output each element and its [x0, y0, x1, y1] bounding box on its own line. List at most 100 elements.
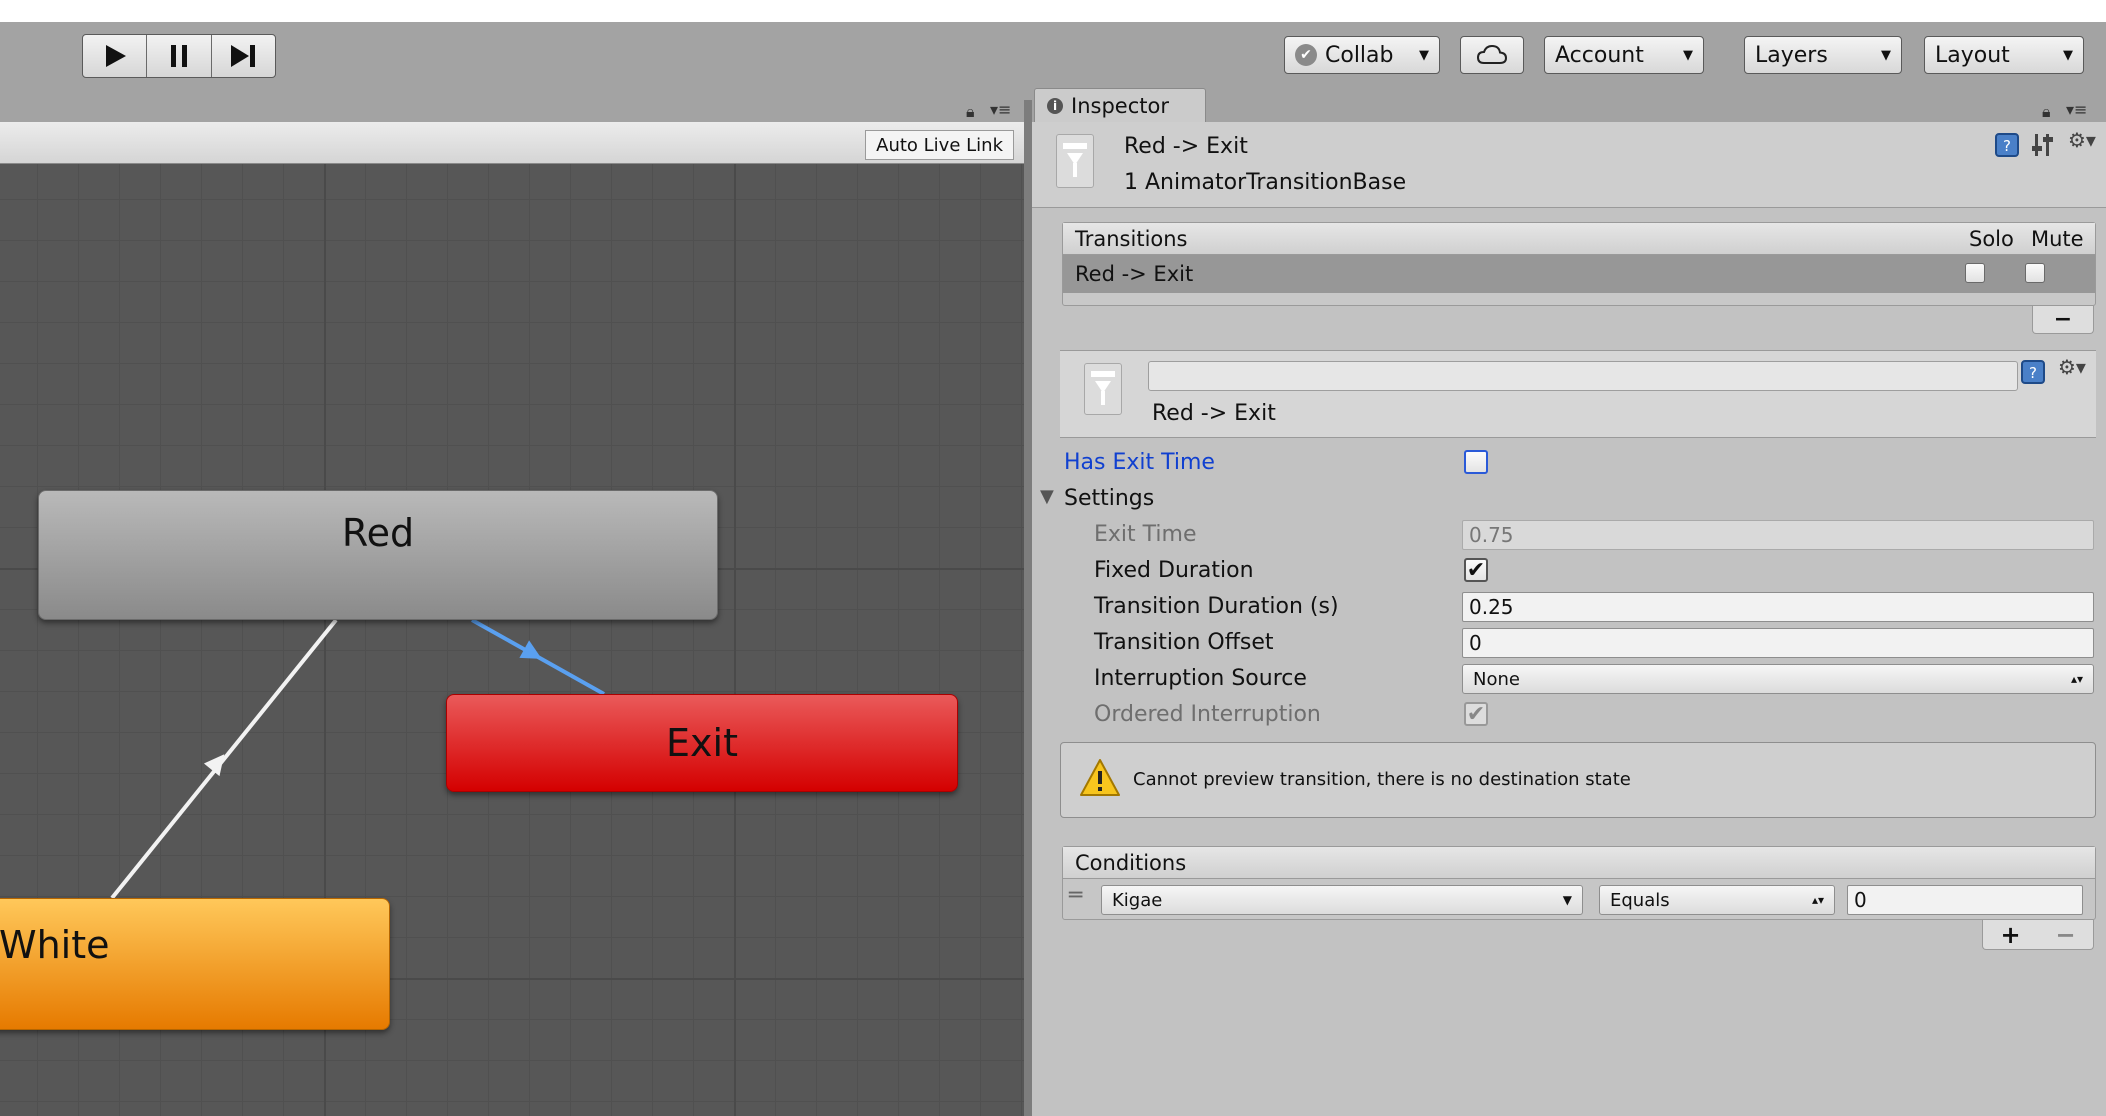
interruption-source-dropdown[interactable]: None ▴▾ [1462, 664, 2094, 694]
auto-live-link-button[interactable]: Auto Live Link [865, 130, 1014, 160]
mute-header: Mute [2031, 226, 2084, 251]
transition-arrow-icon [519, 640, 542, 659]
ordered-interruption-checkbox[interactable]: ✔ [1464, 702, 1488, 727]
lock-icon[interactable]: 🔒︎ [966, 102, 975, 122]
tab-inspector-label: Inspector [1071, 93, 1169, 118]
transition-row[interactable]: Red -> Exit [1063, 255, 2095, 293]
help-book-icon[interactable]: ? [1994, 132, 2020, 163]
solo-checkbox[interactable] [1965, 263, 1985, 283]
condition-parameter-value: Kigae [1112, 889, 1163, 911]
conditions-footer: + − [1982, 920, 2094, 950]
svg-text:?: ? [2029, 364, 2037, 382]
svg-text:?: ? [2003, 137, 2011, 155]
transition-name-input[interactable] [1148, 361, 2018, 391]
transition-subheader: ? ⚙▾ Red -> Exit [1060, 350, 2096, 438]
inspector-title: Red -> Exit [1124, 134, 1248, 159]
conditions-header: Conditions [1063, 847, 2095, 879]
window-top-strip [0, 0, 2106, 22]
exit-time-input[interactable]: 0.75 [1462, 520, 2094, 550]
fixed-duration-checkbox[interactable]: ✔ [1464, 558, 1488, 583]
transitions-list: Transitions Solo Mute Red -> Exit [1062, 222, 2096, 306]
step-icon [231, 45, 256, 67]
transitions-header-label: Transitions [1075, 226, 1188, 251]
chevron-down-icon: ▼ [2063, 47, 2073, 63]
animator-toolbar: Auto Live Link [0, 122, 1024, 164]
remove-transition-button[interactable]: − [2032, 306, 2094, 334]
transition-name-label: Red -> Exit [1152, 401, 1276, 426]
gear-icon[interactable]: ⚙▾ [2068, 128, 2096, 152]
layers-dropdown[interactable]: Layers ▼ [1744, 36, 1902, 74]
state-exit[interactable]: Exit [446, 694, 958, 792]
inspector-panel: Red -> Exit 1 AnimatorTransitionBase ? ⚙… [1032, 122, 2106, 1116]
chevron-down-icon: ▼ [1881, 47, 1891, 63]
add-condition-button[interactable]: + [2000, 921, 2020, 949]
updown-arrow-icon: ▴▾ [1811, 893, 1824, 907]
step-button[interactable] [212, 35, 275, 77]
tab-inspector[interactable]: i Inspector [1034, 88, 1206, 122]
play-button[interactable] [83, 35, 148, 77]
warning-icon [1080, 759, 1120, 796]
conditions-list: Conditions ═ Kigae ▼ Equals ▴▾ 0 [1062, 846, 2096, 920]
play-icon [105, 45, 126, 67]
inspector-header: Red -> Exit 1 AnimatorTransitionBase ? ⚙… [1032, 122, 2106, 208]
state-red[interactable]: Red [38, 490, 718, 620]
transition-arrow-icon [1063, 143, 1087, 177]
ordered-interruption-label: Ordered Interruption [1094, 702, 1321, 727]
transition-icon [1084, 363, 1122, 415]
remove-condition-button[interactable]: − [2055, 921, 2075, 949]
condition-value-input[interactable]: 0 [1847, 885, 2083, 915]
gear-icon[interactable]: ⚙▾ [2058, 355, 2086, 379]
transition-arrow-icon [1091, 371, 1115, 405]
cloud-button[interactable] [1460, 36, 1524, 74]
has-exit-time-checkbox[interactable] [1464, 450, 1488, 474]
layers-label: Layers [1755, 42, 1828, 68]
has-exit-time-label: Has Exit Time [1064, 450, 1215, 475]
animator-graph[interactable]: Red Exit White [0, 164, 1024, 1116]
state-white[interactable]: White [0, 898, 390, 1030]
preview-warning-box: Cannot preview transition, there is no d… [1060, 742, 2096, 818]
chevron-down-icon: ▼ [1683, 47, 1693, 63]
cloud-icon [1476, 44, 1508, 64]
condition-row[interactable]: ═ Kigae ▼ Equals ▴▾ 0 [1063, 879, 2095, 919]
panel-menu-icon[interactable]: ▾≡ [990, 100, 1011, 119]
drag-handle-icon[interactable]: ═ [1069, 883, 1082, 908]
layout-dropdown[interactable]: Layout ▼ [1924, 36, 2084, 74]
account-label: Account [1555, 42, 1644, 68]
transition-duration-label: Transition Duration (s) [1094, 594, 1339, 619]
layout-label: Layout [1935, 42, 2010, 68]
chevron-down-icon: ▼ [1562, 893, 1572, 907]
transition-white-to-red[interactable] [110, 618, 338, 900]
account-dropdown[interactable]: Account ▼ [1544, 36, 1704, 74]
settings-foldout-icon[interactable]: ▼ [1040, 486, 1054, 507]
preset-sliders-icon[interactable] [2032, 132, 2056, 163]
pause-button[interactable] [147, 35, 212, 77]
panel-menu-icon[interactable]: ▾≡ [2066, 100, 2087, 119]
transitions-list-header: Transitions Solo Mute [1063, 223, 2095, 255]
transition-row-label: Red -> Exit [1075, 262, 1194, 286]
settings-foldout-label[interactable]: Settings [1064, 486, 1154, 511]
collab-button[interactable]: ✔ Collab ▼ [1284, 36, 1440, 74]
fixed-duration-label: Fixed Duration [1094, 558, 1254, 583]
exit-time-label: Exit Time [1094, 522, 1197, 547]
info-icon: i [1047, 97, 1063, 114]
transition-duration-input[interactable]: 0.25 [1462, 592, 2094, 622]
transition-offset-label: Transition Offset [1094, 630, 1274, 655]
preview-warning-text: Cannot preview transition, there is no d… [1133, 769, 1631, 790]
animator-tab-bar: 🔒︎ ▾≡ [0, 100, 1024, 122]
condition-mode-value: Equals [1610, 889, 1670, 911]
pause-icon [170, 45, 187, 67]
lock-icon[interactable]: 🔒︎ [2042, 102, 2051, 122]
condition-parameter-dropdown[interactable]: Kigae ▼ [1101, 885, 1583, 915]
condition-mode-dropdown[interactable]: Equals ▴▾ [1599, 885, 1835, 915]
interruption-source-value: None [1473, 668, 1520, 690]
mute-checkbox[interactable] [2025, 263, 2045, 283]
panel-splitter[interactable] [1024, 100, 1032, 1116]
inspector-subtitle: 1 AnimatorTransitionBase [1124, 170, 1407, 195]
transition-offset-input[interactable]: 0 [1462, 628, 2094, 658]
transition-icon [1056, 134, 1094, 188]
playback-controls [82, 34, 276, 78]
chevron-down-icon: ▼ [1419, 47, 1429, 63]
checkmark-icon: ✔ [1295, 44, 1317, 66]
interruption-source-label: Interruption Source [1094, 666, 1307, 691]
help-book-icon[interactable]: ? [2020, 359, 2046, 390]
